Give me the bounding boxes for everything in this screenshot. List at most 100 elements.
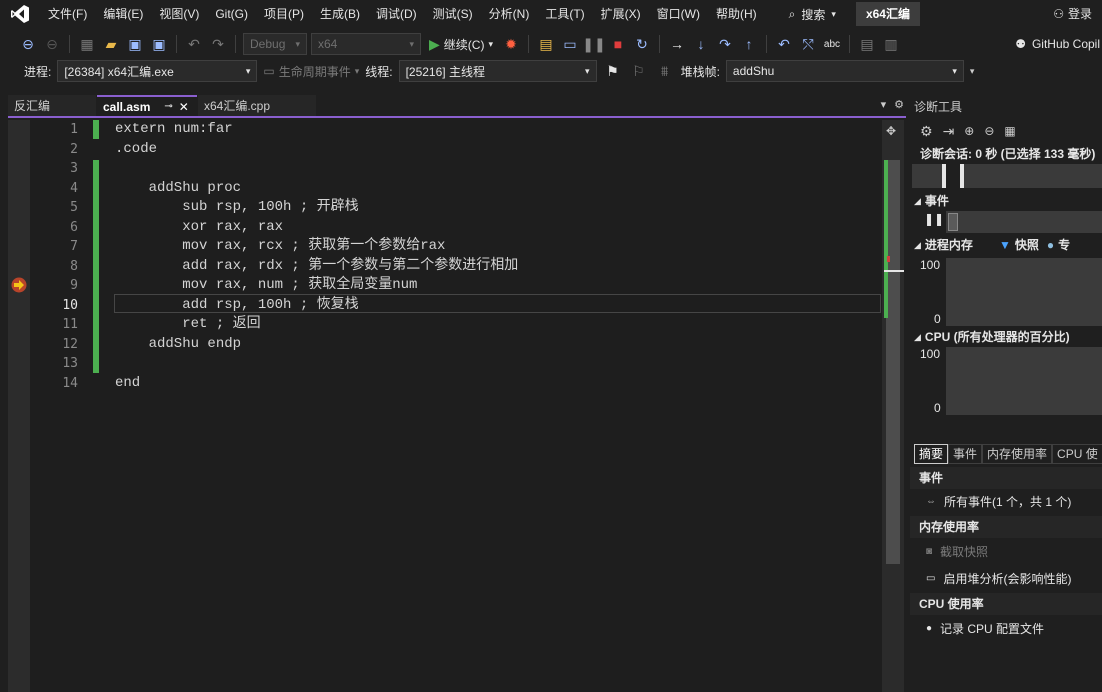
process-memory-header[interactable]: ◢ 进程内存 ▼ 快照 ● 专	[910, 236, 1102, 254]
browse-icon[interactable]: ▤	[536, 34, 556, 54]
navigate-forward-icon[interactable]: ⊖	[42, 34, 62, 54]
pin-icon[interactable]: ⊸	[164, 101, 172, 112]
code-line[interactable]: mov rax, num ; 获取全局变量num	[115, 276, 417, 296]
cpu-graph[interactable]	[946, 347, 1102, 415]
menu-build[interactable]: 生成(B)	[312, 0, 368, 28]
open-folder-icon[interactable]: ▰	[101, 34, 121, 54]
code-line[interactable]: end	[115, 374, 140, 394]
menu-extensions[interactable]: 扩展(X)	[593, 0, 649, 28]
show-next-statement-icon[interactable]: →	[667, 34, 687, 54]
flag-icon[interactable]: ⚑	[603, 61, 623, 81]
take-snapshot-button[interactable]: ◙ 截取快照	[926, 541, 988, 563]
code-line[interactable]: addShu endp	[115, 335, 241, 355]
menu-help[interactable]: 帮助(H)	[708, 0, 765, 28]
solution-platform-select[interactable]: x64 ▾	[311, 33, 421, 55]
menu-debug[interactable]: 调试(D)	[368, 0, 425, 28]
navigate-back-icon[interactable]: ⊖	[18, 34, 38, 54]
tab-call-asm[interactable]: call.asm ⊸ ✕	[97, 95, 197, 116]
timeline-ruler[interactable]	[912, 164, 1102, 188]
tab-x64-cpp[interactable]: x64汇编.cpp	[198, 95, 316, 116]
chart-icon[interactable]: ▦	[1004, 124, 1015, 138]
export-icon[interactable]: ⇥	[943, 123, 955, 140]
code-line[interactable]: extern num:far	[115, 120, 233, 140]
restart-icon[interactable]: ↻	[632, 34, 652, 54]
menu-window[interactable]: 窗口(W)	[649, 0, 708, 28]
breakpoint-toggle-icon[interactable]: ⤲	[798, 34, 818, 54]
split-window-icon[interactable]: ✥	[886, 124, 896, 138]
tab-memory-usage[interactable]: 内存使用率	[982, 444, 1053, 464]
zoom-in-icon[interactable]: ⊕	[964, 124, 974, 138]
github-copilot-button[interactable]: ⚉ GitHub Copil	[1015, 30, 1102, 58]
enable-heap-profiling-button[interactable]: ▭ 启用堆分析(会影响性能)	[926, 568, 1071, 590]
save-all-icon[interactable]: ▣	[149, 34, 169, 54]
all-events-label: 所有事件(1 个，共 1 个)	[944, 495, 1072, 509]
flag-threads-icon[interactable]: ⚐	[629, 61, 649, 81]
events-track[interactable]	[946, 211, 1102, 233]
continue-button[interactable]: ▶ 继续(C) ▾	[425, 36, 497, 53]
menu-file[interactable]: 文件(F)	[40, 0, 95, 28]
stack-frame-select[interactable]: addShu ▾	[725, 60, 964, 82]
code-line[interactable]: ret ; 返回	[115, 315, 260, 335]
step-out-icon[interactable]: ↑	[739, 34, 759, 54]
hot-reload-icon[interactable]: ✹	[501, 34, 521, 54]
settings-gear-icon[interactable]: ⚙	[894, 98, 904, 111]
code-line[interactable]: add rsp, 100h ; 恢复栈	[115, 296, 358, 316]
pause-icon[interactable]: ❚❚	[924, 212, 944, 226]
comment-icon[interactable]: ▤	[857, 34, 877, 54]
cpu-section-header[interactable]: ◢ CPU (所有处理器的百分比)	[910, 328, 1102, 346]
line-number: 1	[70, 122, 78, 137]
code-line[interactable]: addShu proc	[115, 179, 241, 199]
menu-edit[interactable]: 编辑(E)	[95, 0, 151, 28]
editor-vertical-scrollbar[interactable]: ✥	[882, 120, 904, 692]
redo-icon[interactable]: ↷	[208, 34, 228, 54]
memory-header-label: 进程内存	[924, 238, 973, 252]
spell-check-icon[interactable]: abc	[822, 34, 842, 54]
code-line[interactable]: .code	[115, 140, 157, 160]
step-into-icon[interactable]: ↓	[691, 34, 711, 54]
code-editor[interactable]: 1 extern num:far 2 .code 3 4 addShu proc 5 sub…	[8, 120, 882, 692]
menu-analyze[interactable]: 分析(N)	[481, 0, 538, 28]
lifecycle-events-button[interactable]: ▭ 生命周期事件 ▾	[263, 63, 359, 80]
code-line[interactable]: add rax, rdx ; 第一个参数与第二个参数进行相加	[115, 257, 518, 277]
tab-list-dropdown-icon[interactable]: ▾	[881, 98, 887, 111]
code-line[interactable]: mov rax, rcx ; 获取第一个参数给rax	[115, 237, 445, 257]
take-snapshot-label: 截取快照	[940, 545, 989, 559]
pause-icon[interactable]: ❚❚	[582, 34, 605, 54]
uncomment-icon[interactable]: ▥	[881, 34, 901, 54]
thread-select[interactable]: [25216] 主线程 ▾	[398, 60, 597, 82]
filter-icon[interactable]: ⩩	[655, 61, 675, 81]
menu-project[interactable]: 项目(P)	[256, 0, 312, 28]
scrollbar-thumb[interactable]	[886, 160, 900, 564]
code-line[interactable]: xor rax, rax	[115, 218, 283, 238]
events-section-header[interactable]: ◢ 事件	[910, 192, 1102, 210]
menu-view[interactable]: 视图(V)	[151, 0, 207, 28]
step-back-icon[interactable]: ↶	[774, 34, 794, 54]
save-icon[interactable]: ▣	[125, 34, 145, 54]
settings-gear-icon[interactable]: ⚙	[920, 123, 933, 140]
record-cpu-profile-button[interactable]: ● 记录 CPU 配置文件	[926, 618, 1044, 640]
tab-cpu-usage[interactable]: CPU 使	[1052, 444, 1102, 464]
code-line[interactable]: sub rsp, 100h ; 开辟栈	[115, 198, 358, 218]
tab-summary[interactable]: 摘要	[914, 444, 949, 464]
layout-icon[interactable]: ▭	[560, 34, 580, 54]
new-project-icon[interactable]: ▦	[77, 34, 97, 54]
glyph-margin[interactable]	[8, 120, 30, 692]
toolbar-overflow-icon[interactable]: ▾	[970, 66, 975, 77]
menu-tools[interactable]: 工具(T)	[537, 0, 592, 28]
line-number: 5	[70, 200, 78, 215]
step-over-icon[interactable]: ↷	[715, 34, 735, 54]
menu-git[interactable]: Git(G)	[207, 0, 256, 28]
login-button[interactable]: ⚇ 登录	[1053, 0, 1092, 28]
stop-icon[interactable]: ■	[608, 34, 628, 54]
search-button[interactable]: ⌕ 搜索 ▾	[781, 6, 844, 23]
solution-configuration-select[interactable]: Debug ▾	[243, 33, 307, 55]
memory-graph[interactable]	[946, 258, 1102, 326]
tab-disassembly[interactable]: 反汇编	[8, 95, 96, 116]
all-events-link[interactable]: ⇔ 所有事件(1 个，共 1 个)	[926, 491, 1071, 513]
menu-test[interactable]: 测试(S)	[425, 0, 481, 28]
process-select[interactable]: [26384] x64汇编.exe ▾	[57, 60, 258, 82]
tab-events[interactable]: 事件	[948, 444, 983, 464]
undo-icon[interactable]: ↶	[184, 34, 204, 54]
close-icon[interactable]: ✕	[179, 100, 189, 114]
zoom-out-icon[interactable]: ⊖	[984, 124, 994, 138]
